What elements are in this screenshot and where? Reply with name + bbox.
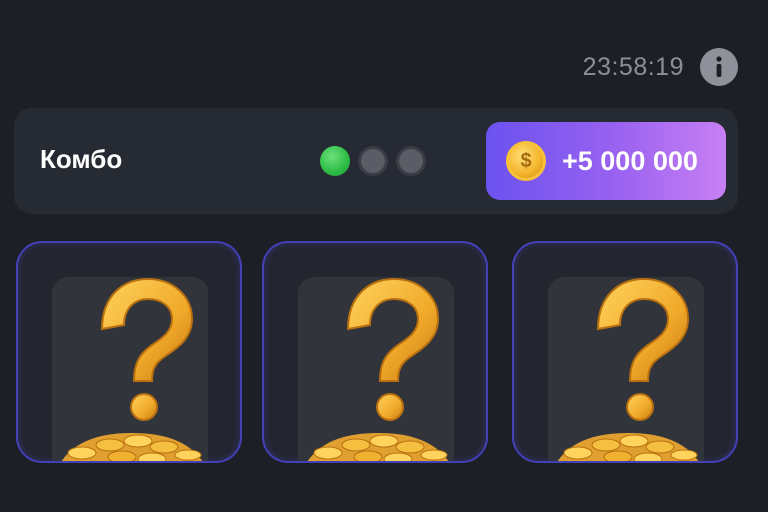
combo-card-3[interactable] [512,241,738,463]
combo-reward-button[interactable]: $ +5 000 000 [486,122,726,200]
combo-bar: Комбо $ +5 000 000 [14,108,738,214]
combo-title: Комбо [40,144,123,174]
combo-card-2[interactable] [262,241,488,463]
question-coins-icon [61,277,203,461]
question-coins-icon [307,277,449,461]
info-glyph [716,56,722,77]
coin-icon: $ [506,141,546,181]
combo-card-1[interactable] [16,241,242,463]
progress-dot-2 [358,146,388,176]
coin-symbol: $ [520,149,532,172]
countdown-timer: 23:58:19 [582,52,684,81]
daily-combo-screen: 23:58:19 Комбо $ +5 000 000 [0,0,768,512]
reward-amount: +5 000 000 [562,145,698,176]
progress-dot-1 [320,146,350,176]
combo-progress-dots [320,146,426,176]
info-icon[interactable] [700,48,738,86]
progress-dot-3 [396,146,426,176]
question-coins-icon [557,277,699,461]
timer-row: 23:58:19 [583,48,738,86]
